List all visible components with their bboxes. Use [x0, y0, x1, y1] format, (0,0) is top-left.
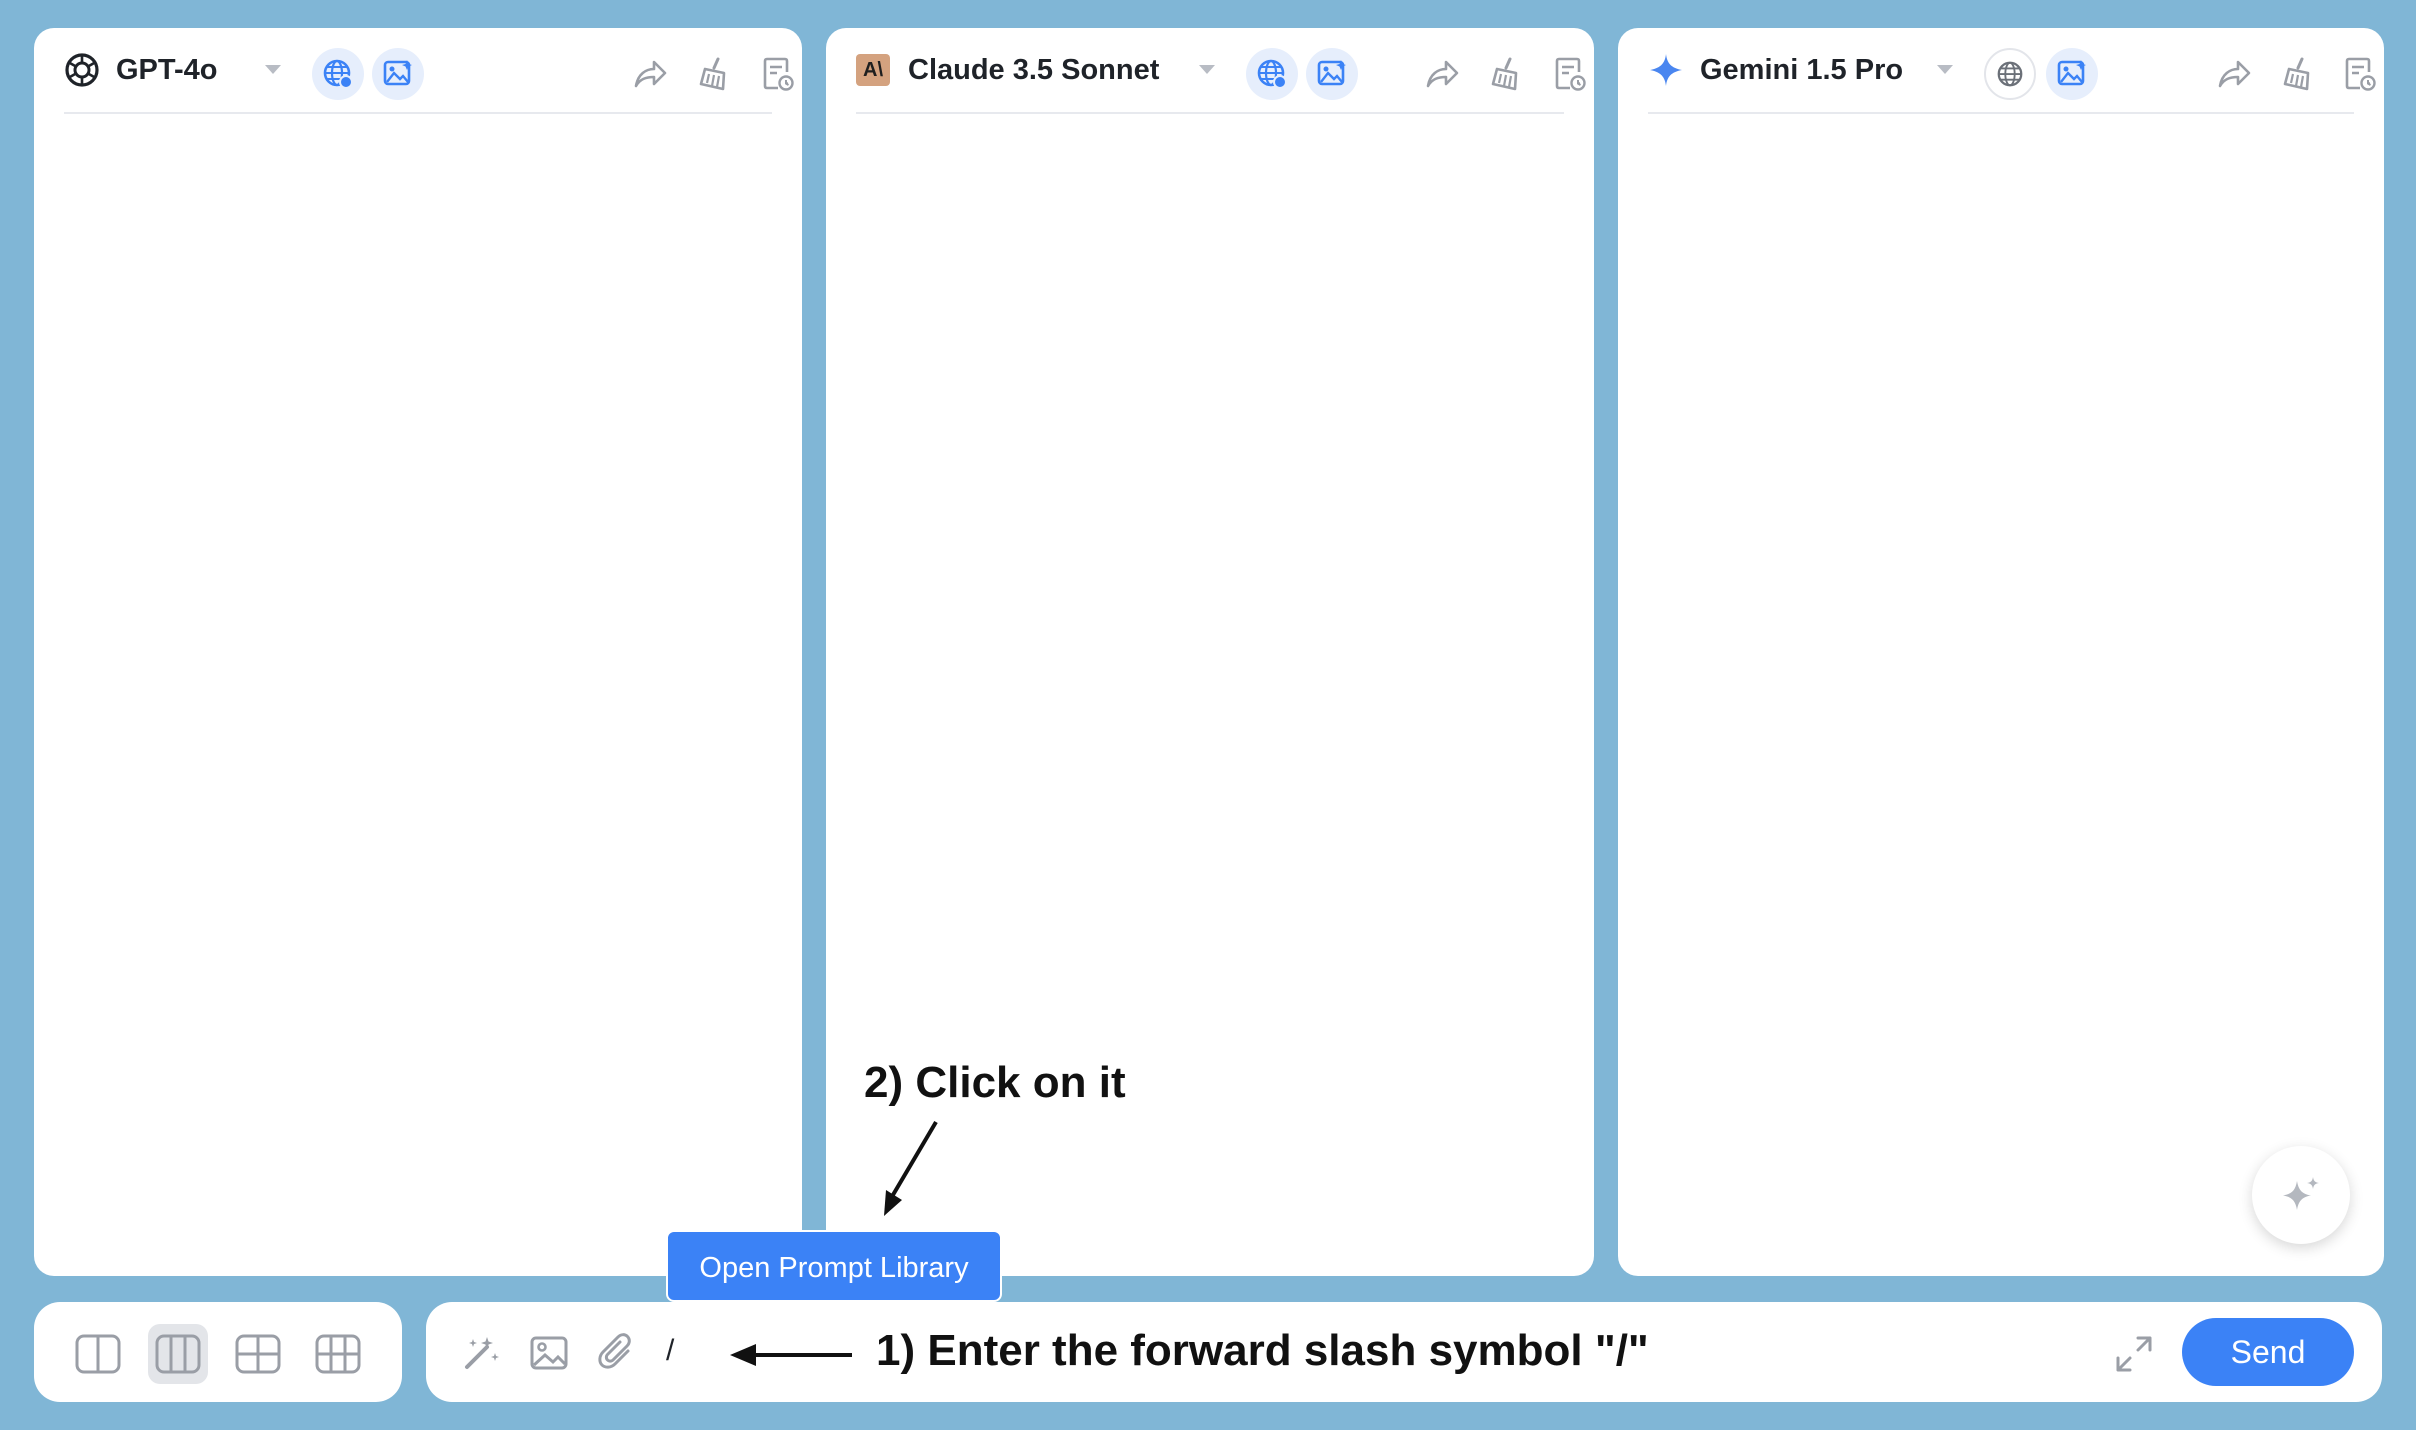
- web-search-toggle[interactable]: [312, 48, 364, 100]
- upload-image-button[interactable]: [526, 1330, 572, 1376]
- prompt-enhance-button[interactable]: [458, 1330, 504, 1376]
- ai-assist-button[interactable]: [2252, 1146, 2350, 1244]
- attach-file-button[interactable]: [594, 1330, 640, 1376]
- share-icon: [634, 60, 667, 88]
- broom-icon: [1491, 57, 1518, 91]
- panel-header: Gemini 1.5 Pro: [1648, 28, 2376, 114]
- share-icon: [2218, 60, 2251, 88]
- layout-grid-six-button[interactable]: [308, 1324, 368, 1384]
- clear-chat-button[interactable]: [694, 54, 734, 94]
- prompt-input-value[interactable]: /: [666, 1334, 674, 1368]
- layout-switcher: [34, 1302, 402, 1402]
- expand-icon[interactable]: [2114, 1334, 2154, 1374]
- grid-four-icon: [235, 1334, 281, 1374]
- sparkle-icon: [2283, 1177, 2319, 1210]
- three-columns-icon: [155, 1334, 201, 1374]
- openai-logo-icon: [65, 53, 99, 87]
- gemini-sparkle-icon: [1650, 54, 1682, 86]
- single-column-icon: [75, 1334, 121, 1374]
- history-icon: [2345, 57, 2376, 91]
- image-generation-toggle[interactable]: [2046, 48, 2098, 100]
- image-sparkle-icon: [1317, 60, 1346, 86]
- send-button[interactable]: Send: [2182, 1318, 2354, 1386]
- chevron-down-icon[interactable]: [1198, 64, 1216, 76]
- annotation-step-2: 2) Click on it: [864, 1058, 1126, 1107]
- model-selector-label[interactable]: Claude 3.5 Sonnet: [908, 52, 1159, 88]
- history-icon: [1555, 57, 1586, 91]
- annotation-step-1: 1) Enter the forward slash symbol "/": [876, 1326, 1649, 1375]
- anthropic-logo-icon: A\: [856, 54, 890, 86]
- annotation-arrow-step-1: [730, 1344, 852, 1366]
- paperclip-icon: [598, 1333, 631, 1369]
- history-button[interactable]: [1550, 54, 1590, 94]
- model-selector-label[interactable]: GPT-4o: [116, 52, 218, 88]
- panel-header: GPT-4o: [64, 28, 794, 114]
- share-button[interactable]: [630, 54, 670, 94]
- chat-panel-gpt4o: GPT-4o: [34, 28, 802, 1276]
- broom-icon: [699, 57, 726, 91]
- layout-one-column-button[interactable]: [68, 1324, 128, 1384]
- grid-six-icon: [315, 1334, 361, 1374]
- chat-panel-gemini: Gemini 1.5 Pro: [1618, 28, 2384, 1276]
- layout-three-columns-button[interactable]: [148, 1324, 208, 1384]
- clear-chat-button[interactable]: [2278, 54, 2318, 94]
- image-generation-toggle[interactable]: [372, 48, 424, 100]
- web-search-toggle[interactable]: [1984, 48, 2036, 100]
- image-generation-toggle[interactable]: [1306, 48, 1358, 100]
- globe-icon: [1997, 61, 2023, 87]
- panel-header: A\ Claude 3.5 Sonnet: [856, 28, 1586, 114]
- history-button[interactable]: [758, 54, 798, 94]
- image-sparkle-icon: [383, 60, 412, 86]
- magic-wand-icon: [465, 1337, 499, 1369]
- open-prompt-library-tooltip[interactable]: Open Prompt Library: [666, 1230, 1002, 1302]
- share-button[interactable]: [2214, 54, 2254, 94]
- web-search-toggle[interactable]: [1246, 48, 1298, 100]
- layout-grid-four-button[interactable]: [228, 1324, 288, 1384]
- broom-icon: [2283, 57, 2310, 91]
- image-sparkle-icon: [2057, 60, 2086, 86]
- share-button[interactable]: [1422, 54, 1462, 94]
- history-button[interactable]: [2340, 54, 2380, 94]
- globe-icon: [323, 59, 353, 89]
- chevron-down-icon[interactable]: [264, 64, 282, 76]
- chevron-down-icon[interactable]: [1936, 64, 1954, 76]
- annotation-arrow-step-2: [884, 1120, 938, 1216]
- model-selector-label[interactable]: Gemini 1.5 Pro: [1700, 52, 1903, 88]
- share-icon: [1426, 60, 1459, 88]
- globe-icon: [1257, 59, 1287, 89]
- history-icon: [763, 57, 794, 91]
- clear-chat-button[interactable]: [1486, 54, 1526, 94]
- image-icon: [530, 1336, 568, 1370]
